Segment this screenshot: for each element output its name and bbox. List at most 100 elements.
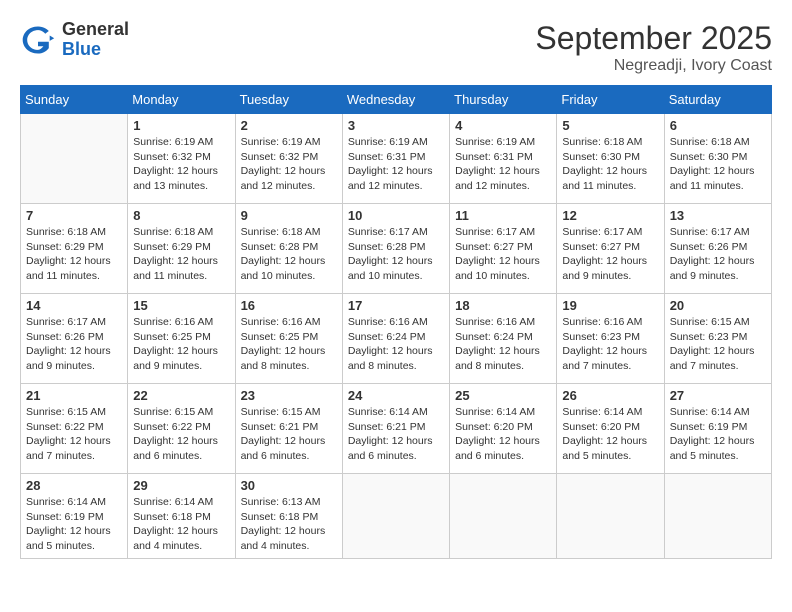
calendar-cell: 22Sunrise: 6:15 AMSunset: 6:22 PMDayligh… [128,384,235,474]
day-info: Sunrise: 6:16 AMSunset: 6:24 PMDaylight:… [455,315,551,374]
day-info: Sunrise: 6:15 AMSunset: 6:22 PMDaylight:… [26,405,122,464]
calendar-cell: 15Sunrise: 6:16 AMSunset: 6:25 PMDayligh… [128,294,235,384]
day-info: Sunrise: 6:14 AMSunset: 6:20 PMDaylight:… [455,405,551,464]
calendar-cell: 7 Sunrise: 6:18 AMSunset: 6:29 PMDaylight… [21,204,128,294]
day-number: 6 [670,118,766,133]
day-number: 23 [241,388,337,403]
day-header-friday: Friday [557,86,664,114]
day-info: Sunrise: 6:15 AMSunset: 6:22 PMDaylight:… [133,405,229,464]
day-info: Sunrise: 6:14 AMSunset: 6:20 PMDaylight:… [562,405,658,464]
calendar-header-row: SundayMondayTuesdayWednesdayThursdayFrid… [21,86,772,114]
day-number: 27 [670,388,766,403]
calendar-week-row: 7 Sunrise: 6:18 AMSunset: 6:29 PMDaylight… [21,204,772,294]
calendar-cell: 20 Sunrise: 6:15 AMSunset: 6:23 PMDayligh… [664,294,771,384]
day-info: Sunrise: 6:14 AMSunset: 6:21 PMDaylight:… [348,405,444,464]
day-info: Sunrise: 6:18 AMSunset: 6:30 PMDaylight:… [562,135,658,194]
location-subtitle: Negreadji, Ivory Coast [535,57,772,75]
calendar-cell: 28Sunrise: 6:14 AMSunset: 6:19 PMDayligh… [21,474,128,559]
day-info: Sunrise: 6:17 AMSunset: 6:28 PMDaylight:… [348,225,444,284]
day-number: 8 [133,208,229,223]
day-number: 19 [562,298,658,313]
day-number: 24 [348,388,444,403]
calendar-cell: 6 Sunrise: 6:18 AMSunset: 6:30 PMDaylight… [664,114,771,204]
day-number: 26 [562,388,658,403]
calendar-cell: 17Sunrise: 6:16 AMSunset: 6:24 PMDayligh… [342,294,449,384]
day-info: Sunrise: 6:19 AMSunset: 6:32 PMDaylight:… [241,135,337,194]
calendar-week-row: 14 Sunrise: 6:17 AMSunset: 6:26 PMDayligh… [21,294,772,384]
day-number: 13 [670,208,766,223]
calendar-cell [21,114,128,204]
calendar-cell: 5 Sunrise: 6:18 AMSunset: 6:30 PMDaylight… [557,114,664,204]
day-header-thursday: Thursday [450,86,557,114]
calendar-table: SundayMondayTuesdayWednesdayThursdayFrid… [20,85,772,559]
day-number: 4 [455,118,551,133]
calendar-cell: 25 Sunrise: 6:14 AMSunset: 6:20 PMDayligh… [450,384,557,474]
day-info: Sunrise: 6:18 AMSunset: 6:28 PMDaylight:… [241,225,337,284]
day-number: 5 [562,118,658,133]
calendar-cell [450,474,557,559]
calendar-cell: 13 Sunrise: 6:17 AMSunset: 6:26 PMDayligh… [664,204,771,294]
calendar-cell: 21Sunrise: 6:15 AMSunset: 6:22 PMDayligh… [21,384,128,474]
calendar-cell: 11Sunrise: 6:17 AMSunset: 6:27 PMDayligh… [450,204,557,294]
calendar-cell: 2Sunrise: 6:19 AMSunset: 6:32 PMDaylight… [235,114,342,204]
day-info: Sunrise: 6:15 AMSunset: 6:21 PMDaylight:… [241,405,337,464]
day-number: 7 [26,208,122,223]
calendar-cell: 4 Sunrise: 6:19 AMSunset: 6:31 PMDaylight… [450,114,557,204]
day-info: Sunrise: 6:14 AMSunset: 6:19 PMDaylight:… [26,495,122,554]
day-number: 12 [562,208,658,223]
day-info: Sunrise: 6:19 AMSunset: 6:31 PMDaylight:… [455,135,551,194]
calendar-cell: 23 Sunrise: 6:15 AMSunset: 6:21 PMDayligh… [235,384,342,474]
calendar-week-row: 28Sunrise: 6:14 AMSunset: 6:19 PMDayligh… [21,474,772,559]
page-header: General Blue September 2025 Negreadji, I… [20,20,772,75]
day-number: 15 [133,298,229,313]
day-info: Sunrise: 6:14 AMSunset: 6:18 PMDaylight:… [133,495,229,554]
day-number: 18 [455,298,551,313]
calendar-cell: 9 Sunrise: 6:18 AMSunset: 6:28 PMDaylight… [235,204,342,294]
calendar-cell: 27 Sunrise: 6:14 AMSunset: 6:19 PMDayligh… [664,384,771,474]
calendar-cell: 10 Sunrise: 6:17 AMSunset: 6:28 PMDayligh… [342,204,449,294]
day-number: 20 [670,298,766,313]
day-info: Sunrise: 6:17 AMSunset: 6:26 PMDaylight:… [26,315,122,374]
day-number: 30 [241,478,337,493]
day-info: Sunrise: 6:15 AMSunset: 6:23 PMDaylight:… [670,315,766,374]
day-header-saturday: Saturday [664,86,771,114]
day-number: 10 [348,208,444,223]
day-number: 3 [348,118,444,133]
day-number: 14 [26,298,122,313]
day-header-tuesday: Tuesday [235,86,342,114]
calendar-cell: 29Sunrise: 6:14 AMSunset: 6:18 PMDayligh… [128,474,235,559]
title-block: September 2025 Negreadji, Ivory Coast [535,20,772,75]
day-number: 16 [241,298,337,313]
calendar-cell: 26 Sunrise: 6:14 AMSunset: 6:20 PMDayligh… [557,384,664,474]
calendar-week-row: 1Sunrise: 6:19 AMSunset: 6:32 PMDaylight… [21,114,772,204]
calendar-week-row: 21Sunrise: 6:15 AMSunset: 6:22 PMDayligh… [21,384,772,474]
calendar-cell: 18 Sunrise: 6:16 AMSunset: 6:24 PMDayligh… [450,294,557,384]
day-info: Sunrise: 6:19 AMSunset: 6:32 PMDaylight:… [133,135,229,194]
calendar-cell: 3Sunrise: 6:19 AMSunset: 6:31 PMDaylight… [342,114,449,204]
day-info: Sunrise: 6:17 AMSunset: 6:27 PMDaylight:… [455,225,551,284]
day-info: Sunrise: 6:16 AMSunset: 6:23 PMDaylight:… [562,315,658,374]
calendar-cell: 19 Sunrise: 6:16 AMSunset: 6:23 PMDayligh… [557,294,664,384]
calendar-cell [664,474,771,559]
month-title: September 2025 [535,20,772,57]
day-number: 17 [348,298,444,313]
logo: General Blue [20,20,129,60]
day-info: Sunrise: 6:14 AMSunset: 6:19 PMDaylight:… [670,405,766,464]
day-number: 25 [455,388,551,403]
day-info: Sunrise: 6:16 AMSunset: 6:25 PMDaylight:… [241,315,337,374]
day-info: Sunrise: 6:17 AMSunset: 6:26 PMDaylight:… [670,225,766,284]
calendar-cell: 14 Sunrise: 6:17 AMSunset: 6:26 PMDayligh… [21,294,128,384]
day-info: Sunrise: 6:13 AMSunset: 6:18 PMDaylight:… [241,495,337,554]
day-info: Sunrise: 6:18 AMSunset: 6:30 PMDaylight:… [670,135,766,194]
day-number: 9 [241,208,337,223]
calendar-cell: 8 Sunrise: 6:18 AMSunset: 6:29 PMDaylight… [128,204,235,294]
day-header-sunday: Sunday [21,86,128,114]
day-header-monday: Monday [128,86,235,114]
day-info: Sunrise: 6:18 AMSunset: 6:29 PMDaylight:… [133,225,229,284]
calendar-cell: 24 Sunrise: 6:14 AMSunset: 6:21 PMDayligh… [342,384,449,474]
day-info: Sunrise: 6:18 AMSunset: 6:29 PMDaylight:… [26,225,122,284]
day-info: Sunrise: 6:17 AMSunset: 6:27 PMDaylight:… [562,225,658,284]
logo-icon [20,22,56,58]
calendar-cell [557,474,664,559]
calendar-cell [342,474,449,559]
